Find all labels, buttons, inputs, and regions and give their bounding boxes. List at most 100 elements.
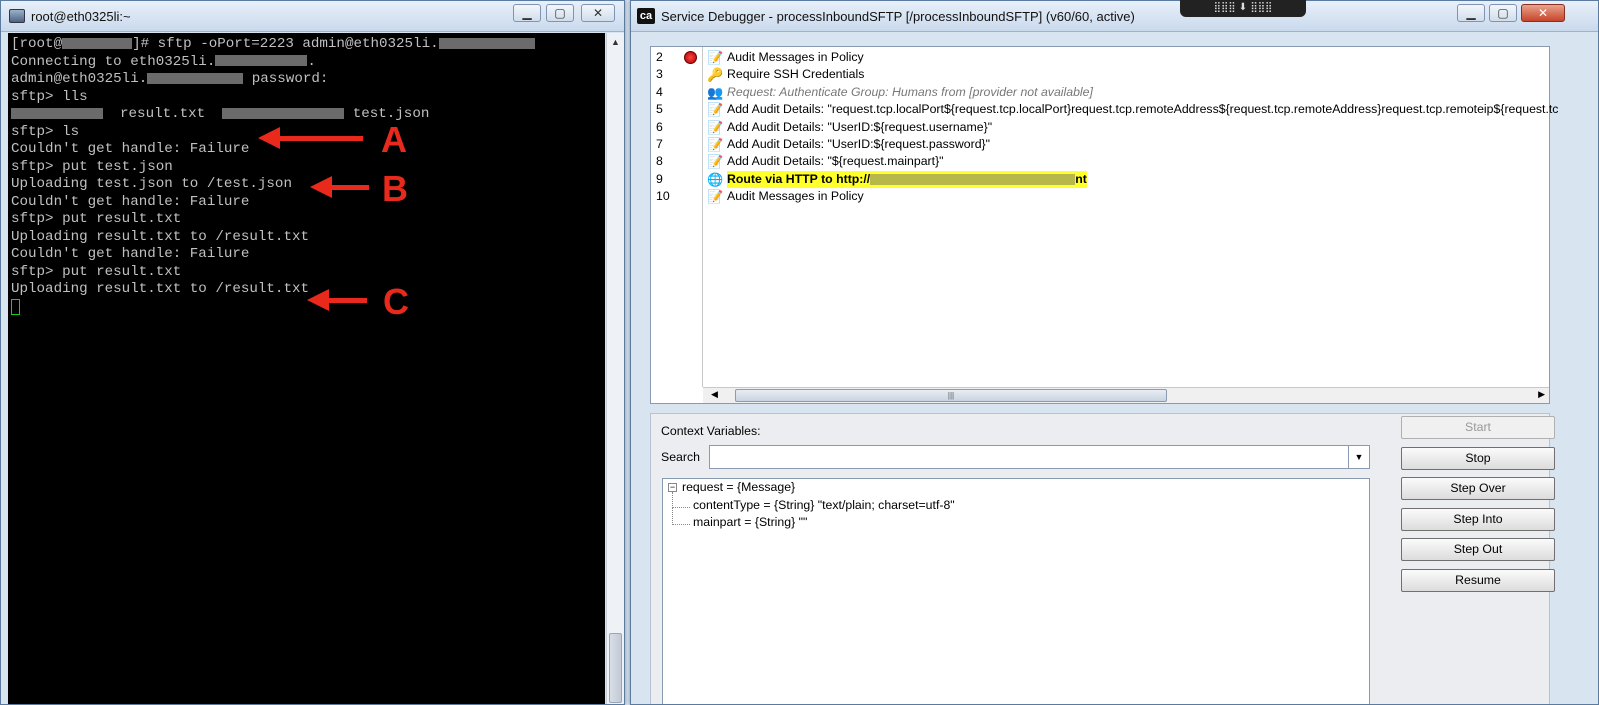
start-button[interactable]: Start [1401,416,1555,439]
debugger-window: ca Service Debugger - processInboundSFTP… [630,0,1599,705]
stop-button[interactable]: Stop [1401,446,1555,470]
remote-session-bar[interactable]: ⣿⣿⣿ ⬇ ⣿⣿⣿ [1180,0,1306,17]
assertion-icon: 📝 [707,119,724,135]
arrow-c-icon [307,289,367,311]
terminal-window: root@eth0325li:~ ▁ ▢ ✕ [root@]# sftp -oP… [0,0,625,705]
terminal-line: Connecting to eth0325li.. [11,53,316,70]
scrollbar-thumb[interactable] [609,633,622,703]
scroll-left-icon[interactable]: ◀ [711,389,718,400]
resume-button[interactable]: Resume [1401,569,1555,592]
assertion-row[interactable]: 5 📝 Add Audit Details: "request.tcp.localP… [651,101,1558,119]
redacted-block [870,174,1076,186]
terminal-line: Uploading test.json to /test.json [11,176,292,192]
search-label: Search [661,450,700,464]
terminal-line: Uploading result.txt to /result.txt [11,281,309,297]
minimize-button[interactable]: ▁ [1457,4,1485,22]
step-over-button[interactable]: Step Over [1401,477,1555,501]
terminal-line: Uploading result.txt to /result.txt [11,228,309,245]
line-number: 2 [656,50,663,64]
tree-connector [672,507,690,525]
terminal-line: Couldn't get handle: Failure [11,193,250,210]
chevron-down-icon[interactable]: ▼ [1348,445,1370,469]
maximize-button[interactable]: ▢ [1489,4,1517,22]
tree-node-mainpart[interactable]: mainpart = {String} "" [693,515,807,529]
redacted-block [215,55,308,67]
terminal-text: [root@]# sftp -oPort=2223 admin@eth0325l… [11,36,535,317]
terminal-scrollbar[interactable]: ▲ [606,33,624,704]
assertion-text: Add Audit Details: "${request.mainpart}" [727,154,944,169]
terminal-line: sftp> lls [11,88,88,105]
annotation-c: C [383,281,409,322]
assertion-row[interactable]: 3 🔑 Require SSH Credentials [651,66,1549,84]
line-number: 3 [656,67,663,82]
close-button[interactable]: ✕ [1521,4,1565,22]
tree-node-request[interactable]: request = {Message} [682,480,795,494]
context-variable-tree[interactable]: − request = {Message} contentType = {Str… [662,478,1370,704]
line-number: 10 [656,189,670,204]
terminal-output[interactable]: [root@]# sftp -oPort=2223 admin@eth0325l… [8,33,605,704]
debugger-title: Service Debugger - processInboundSFTP [/… [661,9,1135,24]
step-into-button[interactable]: Step Into [1401,507,1555,531]
breakpoint-icon[interactable] [684,51,697,64]
scroll-up-icon[interactable]: ▲ [611,37,620,47]
annotation-a: A [381,119,407,160]
line-number: 4 [656,84,663,99]
terminal-line: admin@eth0325li. password: [11,71,329,87]
tree-node-contenttype[interactable]: contentType = {String} "text/plain; char… [693,498,955,512]
assertion-text: Require SSH Credentials [727,67,865,82]
terminal-line: [root@]# sftp -oPort=2223 admin@eth0325l… [11,36,535,54]
horizontal-scrollbar[interactable]: ◀ ||| ▶ [703,387,1549,403]
assertion-row[interactable]: 7 📝 Add Audit Details: "UserID:${request.p… [651,136,1549,154]
assertion-text: Audit Messages in Policy [727,50,864,64]
terminal-line: sftp> put result.txt [11,211,182,227]
terminal-line: sftp> put result.txt [11,263,182,280]
ca-logo: ca [637,8,655,24]
assertion-row[interactable]: 8 📝 Add Audit Details: "${request.mainpart… [651,153,1549,171]
terminal-titlebar[interactable]: root@eth0325li:~ ▁ ▢ ✕ [1,1,624,32]
assertion-text: Add Audit Details: "UserID:${request.use… [727,119,993,134]
assertion-text: Add Audit Details: "request.tcp.localPor… [727,102,1559,117]
terminal-line: result.txt test.json [11,106,535,124]
terminal-cursor-line [11,298,535,317]
annotation-b: B [382,168,408,209]
context-variables-panel: Context Variables: Search ▼ − request = … [650,413,1555,704]
assertion-row[interactable]: 6 📝 Add Audit Details: "UserID:${request.u… [651,119,1549,137]
arrow-b-icon [310,176,369,198]
assertion-row[interactable]: 2 📝 Audit Messages in Policy [651,49,1549,67]
assertion-icon: 📝 [707,50,724,65]
assertion-icon: 🌐 [707,171,724,187]
line-number: 9 [656,171,663,186]
line-number: 8 [656,154,663,169]
scrollbar-thumb[interactable]: ||| [735,389,1167,402]
assertion-text: Add Audit Details: "UserID:${request.pas… [727,137,991,151]
terminal-title: root@eth0325li:~ [31,9,131,24]
line-number: 6 [656,119,663,134]
debugger-titlebar[interactable]: ca Service Debugger - processInboundSFTP… [631,1,1598,32]
assertion-icon: 📝 [707,189,724,205]
close-button[interactable]: ✕ [581,4,615,22]
terminal-line: sftp> put test.json [11,158,173,175]
assertion-icon: 📝 [707,102,724,118]
step-out-button[interactable]: Step Out [1401,538,1555,562]
assertion-text: Route via HTTP to http://nt [727,170,1087,189]
assertion-text: Audit Messages in Policy [727,189,864,204]
context-variables-label: Context Variables: [661,424,761,438]
assertion-icon: 📝 [707,137,724,152]
redacted-block [222,107,345,119]
maximize-button[interactable]: ▢ [546,4,574,22]
assertion-row[interactable]: 4 👥 Request: Authenticate Group: Humans fr… [651,84,1549,102]
collapse-icon[interactable]: − [668,483,677,492]
search-input[interactable] [709,445,1349,469]
minimize-button[interactable]: ▁ [513,4,541,22]
assertion-icon: 🔑 [707,67,724,83]
scroll-right-icon[interactable]: ▶ [1538,389,1545,400]
policy-assertion-list[interactable]: 2 📝 Audit Messages in Policy 3 🔑 Require SSH … [650,46,1558,404]
assertion-row[interactable]: 10 📝 Audit Messages in Policy [651,188,1549,206]
assertion-row[interactable]: 9 🌐 Route via HTTP to http://nt [651,170,1549,189]
tree-connector [672,492,690,508]
line-number: 5 [656,102,663,117]
assertion-icon: 📝 [707,154,724,170]
redacted-block [62,37,133,49]
assertion-text: Request: Authenticate Group: Humans from… [727,84,1093,99]
terminal-line: Couldn't get handle: Failure [11,246,250,262]
